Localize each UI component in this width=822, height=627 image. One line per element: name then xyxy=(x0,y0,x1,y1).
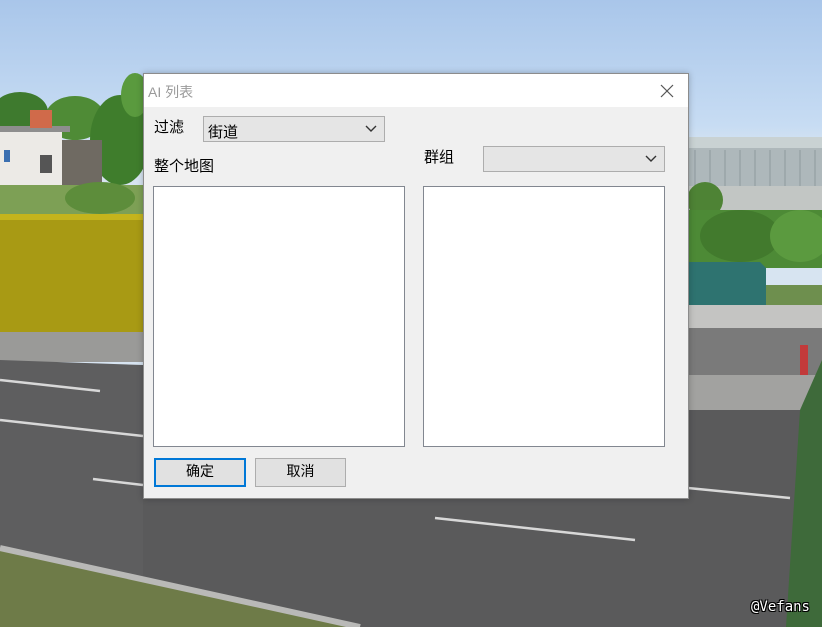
greenhouse-right xyxy=(687,137,822,218)
group-object-list[interactable] xyxy=(423,186,665,447)
ok-button[interactable]: 确定 xyxy=(154,458,246,487)
ai-list-dialog: AI 列表 过滤 街道 整个地图 群组 确定 取消 xyxy=(143,73,689,499)
group-label: 群组 xyxy=(424,148,455,166)
filter-label: 过滤 xyxy=(154,118,185,136)
yellow-wall xyxy=(0,214,143,332)
title-bar: AI 列表 xyxy=(144,74,688,107)
scope-label: 整个地图 xyxy=(154,157,215,175)
map-object-list[interactable] xyxy=(153,186,405,447)
dialog-title: AI 列表 xyxy=(148,84,194,100)
filter-dropdown[interactable]: 街道 xyxy=(203,116,385,142)
cancel-button[interactable]: 取消 xyxy=(255,458,346,487)
watermark: @Vefans xyxy=(750,599,810,615)
group-dropdown[interactable] xyxy=(483,146,665,172)
filter-value: 街道 xyxy=(208,123,239,141)
chevron-down-icon xyxy=(365,125,377,132)
close-button[interactable] xyxy=(656,80,678,102)
close-icon xyxy=(660,84,674,98)
chevron-down-icon xyxy=(645,155,657,162)
